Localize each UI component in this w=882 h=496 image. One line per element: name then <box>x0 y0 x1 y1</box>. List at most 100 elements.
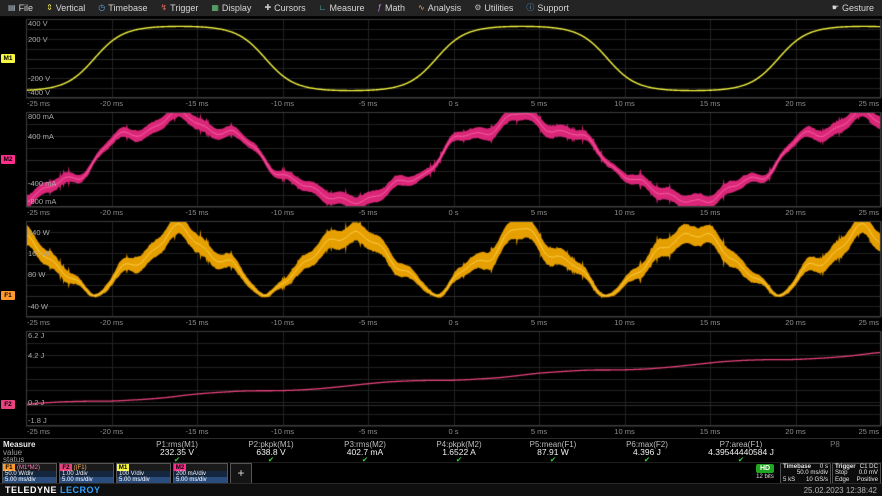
y-axis-label: -400 mA <box>28 180 56 188</box>
trace-marker-f1[interactable]: F1 <box>1 291 15 300</box>
trace-tag-f2: F2 <box>60 464 72 471</box>
x-axis-label: -15 ms <box>186 319 209 327</box>
descriptor-header: F1(M1*M2) <box>3 464 56 471</box>
x-axis-label: -5 ms <box>359 319 378 327</box>
timebase-descriptor[interactable]: Timebase0 s 50.0 ms/div 5 kS10 GS/s <box>780 463 831 484</box>
x-axis-label: 25 ms <box>859 319 879 327</box>
x-axis-label: -15 ms <box>186 209 209 217</box>
datetime-display: 25.02.2023 12:38:42 <box>804 486 877 495</box>
waveform-canvas-power[interactable] <box>0 219 882 329</box>
waveform-canvas-current[interactable] <box>0 110 882 219</box>
x-axis-label: 20 ms <box>785 428 805 436</box>
add-trace-button[interactable]: + <box>230 463 252 484</box>
grid-current: 800 mA 400 mA -400 mA -800 mA -25 ms -20 ms -1… <box>0 110 882 219</box>
x-axis-label: 10 ms <box>614 100 634 108</box>
descriptor-bar: + HD 12 bits Timebase0 s 50.0 ms/div 5 k… <box>0 462 882 483</box>
descriptor-m2[interactable]: M2200 mA/div5.00 ms/div <box>173 463 228 484</box>
trace-marker-m2[interactable]: M2 <box>1 155 15 164</box>
descriptor-header: F2∫(F1) <box>60 464 113 471</box>
trace-marker-f2[interactable]: F2 <box>1 400 15 409</box>
x-axis-label: -10 ms <box>271 209 294 217</box>
hd-badge: HD <box>756 464 774 473</box>
grid-voltage: 400 V200 V-200 V-400 V-25 ms-20 ms-15 ms… <box>0 17 882 110</box>
x-axis-label: 0 s <box>448 319 458 327</box>
hd-bits-label: 12 bits <box>752 474 778 480</box>
x-axis-label: -20 ms <box>100 319 123 327</box>
x-axis-label: 0 s <box>448 209 458 217</box>
trigger-type: Edge <box>835 477 849 483</box>
grid-energy: 6.2 J 4.2 J 0.2 J -1.8 J -25 ms -20 ms -15 ms -… <box>0 329 882 438</box>
y-axis-label: 400 mA <box>28 133 54 141</box>
x-axis-label: 20 ms <box>785 100 805 108</box>
x-axis-label: 10 ms <box>614 428 634 436</box>
x-axis-label: -5 ms <box>359 100 378 108</box>
x-axis-label: 5 ms <box>531 319 547 327</box>
y-axis-label: 400 V <box>28 20 48 28</box>
descriptor-f2[interactable]: F2∫(F1)1.00 J/div5.00 ms/div <box>59 463 114 484</box>
x-axis-label: -20 ms <box>100 428 123 436</box>
y-axis-label: 200 V <box>28 36 48 44</box>
footer-bar: TELEDYNE LECROY 25.02.2023 12:38:42 <box>0 483 882 496</box>
y-axis-label: -40 W <box>28 303 48 311</box>
waveform-canvas-voltage[interactable] <box>0 17 882 110</box>
trigger-descriptor[interactable]: TriggerC1 DC Stop0.0 mV EdgePositive <box>832 463 881 484</box>
x-axis-label: 10 ms <box>614 319 634 327</box>
brand-teledyne: TELEDYNE <box>5 485 57 495</box>
grid-power: 240 W160 W80 W-40 W-25 ms-20 ms-15 ms-10… <box>0 219 882 329</box>
y-axis-label: 4.2 J <box>28 352 44 360</box>
descriptor-header: M2 <box>174 464 227 471</box>
x-axis-label: 20 ms <box>785 319 805 327</box>
y-axis-label: 80 W <box>28 271 46 279</box>
x-axis-label: 10 ms <box>614 209 634 217</box>
waveform-area: 400 V 200 V -200 V -400 V -25 ms -20 ms -15 ms… <box>0 0 882 438</box>
x-axis-label: 15 ms <box>700 319 720 327</box>
x-axis-label: 15 ms <box>700 209 720 217</box>
x-axis-label: 25 ms <box>859 428 879 436</box>
x-axis-label: 25 ms <box>859 209 879 217</box>
x-axis-label: 5 ms <box>531 100 547 108</box>
x-axis-label: -5 ms <box>359 428 378 436</box>
hd-indicator: HD 12 bits <box>752 463 778 484</box>
y-axis-label: 6.2 J <box>28 332 44 340</box>
x-axis-label: -5 ms <box>359 209 378 217</box>
x-axis-label: -15 ms <box>186 100 209 108</box>
oscilloscope-screen: ▤File⇕Vertical◷Timebase↯Trigger▦Display✚… <box>0 0 882 496</box>
measure-table: Measure value status P1:rms(M1)232.35 V✔… <box>0 438 882 462</box>
measure-label-p8[interactable]: P8 <box>788 440 882 449</box>
trace-tag-m2: M2 <box>174 464 186 471</box>
brand-lecroy: LECROY <box>60 485 101 495</box>
trace-tag-m1: M1 <box>117 464 129 471</box>
x-axis-label: -25 ms <box>27 428 50 436</box>
trace-tag-f1: F1 <box>3 464 15 471</box>
descriptor-header: M1 <box>117 464 170 471</box>
x-axis-label: 15 ms <box>700 100 720 108</box>
x-axis-label: -25 ms <box>27 100 50 108</box>
y-axis-label: 800 mA <box>28 113 54 121</box>
x-axis-label: -10 ms <box>271 100 294 108</box>
trigger-slope: Positive <box>857 477 878 483</box>
y-axis-label: 0.2 J <box>28 399 44 407</box>
y-axis-label: -1.8 J <box>28 417 47 425</box>
x-axis-label: 0 s <box>448 428 458 436</box>
x-axis-label: -20 ms <box>100 209 123 217</box>
x-axis-label: 5 ms <box>531 428 547 436</box>
x-axis-label: 0 s <box>448 100 458 108</box>
x-axis-label: -25 ms <box>27 319 50 327</box>
x-axis-label: 20 ms <box>785 209 805 217</box>
trace-marker-m1[interactable]: M1 <box>1 54 15 63</box>
y-axis-label: -400 V <box>28 89 50 97</box>
descriptor-m1[interactable]: M1100 V/div5.00 ms/div <box>116 463 171 484</box>
x-axis-label: -10 ms <box>271 319 294 327</box>
timebase-rate: 10 GS/s <box>806 477 828 483</box>
y-axis-label: -800 mA <box>28 198 56 206</box>
x-axis-label: 15 ms <box>700 428 720 436</box>
x-axis-label: -10 ms <box>271 428 294 436</box>
waveform-canvas-energy[interactable] <box>0 329 882 438</box>
x-axis-label: -25 ms <box>27 209 50 217</box>
y-axis-label: -200 V <box>28 75 50 83</box>
descriptor-f1[interactable]: F1(M1*M2)50.0 W/div5.00 ms/div <box>2 463 57 484</box>
trace-source-label: (M1*M2) <box>17 465 40 471</box>
x-axis-label: -15 ms <box>186 428 209 436</box>
y-axis-label: 160 W <box>28 250 50 258</box>
x-axis-label: 25 ms <box>859 100 879 108</box>
